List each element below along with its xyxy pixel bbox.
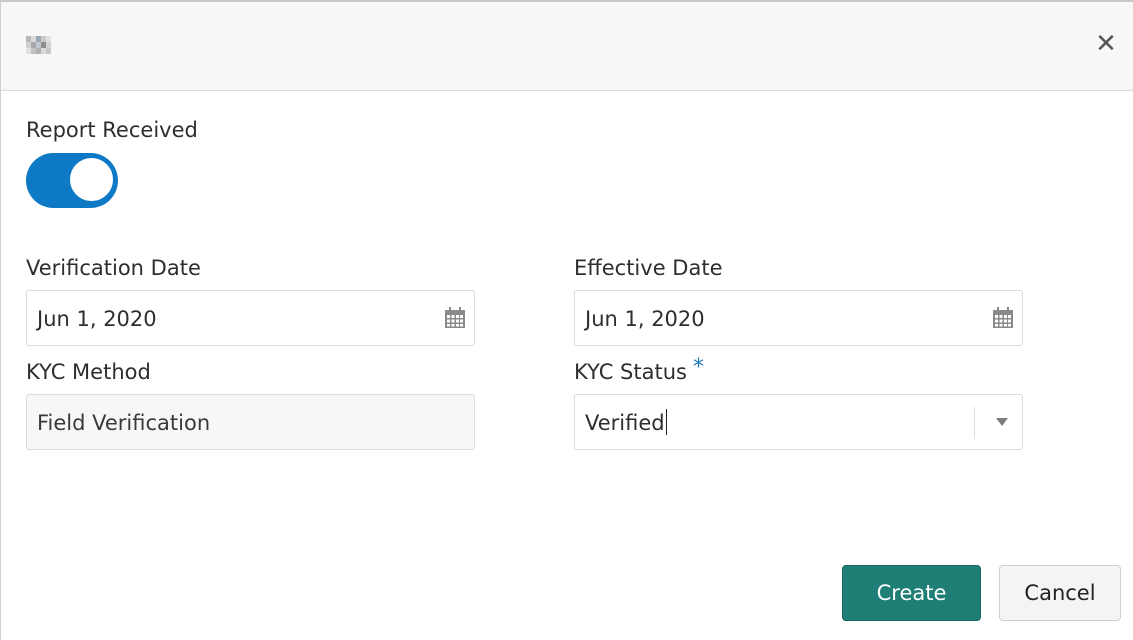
close-icon[interactable]: ✕ — [1094, 30, 1118, 58]
calendar-icon[interactable] — [444, 307, 466, 329]
kyc-status-value-wrap: Verified — [585, 395, 667, 451]
kyc-status-label-group: KYC Status * — [574, 355, 704, 385]
kyc-status-label: KYC Status — [574, 360, 687, 384]
kyc-status-value: Verified — [585, 411, 665, 435]
effective-date-field[interactable]: Jun 1, 2020 — [574, 290, 1023, 346]
kyc-method-field: Field Verification — [26, 394, 475, 450]
report-received-toggle[interactable] — [26, 153, 118, 208]
kyc-dialog: ✕ Report Received Verification Date Jun … — [0, 0, 1133, 640]
cancel-button[interactable]: Cancel — [999, 565, 1121, 621]
app-logo — [26, 36, 51, 54]
toggle-knob — [69, 157, 114, 202]
text-cursor — [665, 409, 667, 435]
kyc-status-select[interactable]: Verified — [574, 394, 1023, 450]
kyc-method-value: Field Verification — [37, 411, 211, 435]
create-button[interactable]: Create — [842, 565, 981, 621]
required-asterisk: * — [692, 355, 704, 380]
report-received-label: Report Received — [26, 118, 198, 142]
effective-date-label: Effective Date — [574, 256, 723, 280]
kyc-method-label: KYC Method — [26, 360, 151, 384]
verification-date-field[interactable]: Jun 1, 2020 — [26, 290, 475, 346]
verification-date-value: Jun 1, 2020 — [37, 307, 157, 331]
effective-date-value: Jun 1, 2020 — [585, 307, 705, 331]
verification-date-label: Verification Date — [26, 256, 201, 280]
chevron-down-icon[interactable] — [996, 418, 1008, 426]
calendar-icon[interactable] — [992, 307, 1014, 329]
dialog-header: ✕ — [1, 2, 1133, 91]
select-divider — [974, 407, 975, 439]
